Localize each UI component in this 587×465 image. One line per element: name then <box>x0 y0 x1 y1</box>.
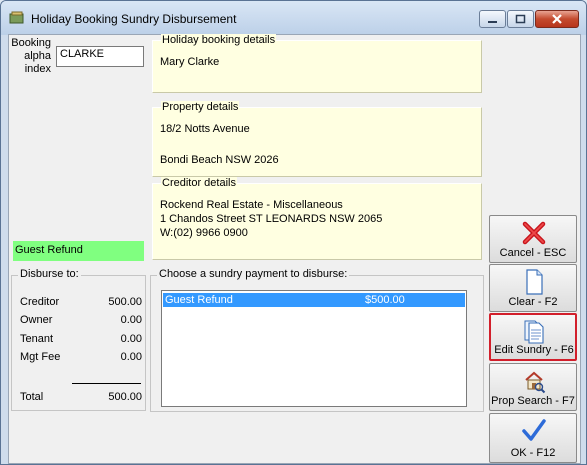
window-title: Holiday Booking Sundry Disbursement <box>31 12 237 26</box>
house-search-icon <box>525 371 546 394</box>
disburse-row-mgt-fee: Mgt Fee 0.00 <box>20 351 142 365</box>
total-divider <box>72 383 141 384</box>
checkmark-icon <box>522 419 546 441</box>
app-window: Holiday Booking Sundry Disbursement Book… <box>0 0 587 465</box>
maximize-button[interactable] <box>507 10 534 28</box>
disburse-label: Mgt Fee <box>20 351 61 363</box>
edit-sundry-button-label: Edit Sundry - F6 <box>494 344 574 356</box>
disburse-to-legend: Disburse to: <box>18 268 81 280</box>
disburse-label: Tenant <box>20 333 54 345</box>
ok-button-label: OK - F12 <box>510 447 556 459</box>
disburse-row-creditor: Creditor 500.00 <box>20 296 142 310</box>
disburse-value: 0.00 <box>120 351 142 363</box>
label-line: Booking <box>11 37 51 49</box>
total-label: Total <box>20 391 44 403</box>
property-address-line: 18/2 Notts Avenue <box>160 123 250 135</box>
creditor-name: Rockend Real Estate - Miscellaneous <box>160 199 343 211</box>
dialog-body: Booking alpha index CLARKE Holiday booki… <box>8 34 581 464</box>
disburse-to-group: Disburse to: Creditor 500.00 Owner 0.00 … <box>11 268 146 411</box>
cancel-button[interactable]: Cancel - ESC <box>489 215 577 263</box>
pages-icon <box>524 320 544 344</box>
app-icon <box>9 11 24 24</box>
clear-button-label: Clear - F2 <box>508 296 558 308</box>
property-details-legend: Property details <box>161 101 240 113</box>
list-item[interactable]: Guest Refund $500.00 <box>163 293 465 307</box>
holiday-booking-details-panel: Holiday booking details Mary Clarke <box>152 34 482 93</box>
creditor-details-panel: Creditor details Rockend Real Estate - M… <box>152 177 482 260</box>
disburse-row-tenant: Tenant 0.00 <box>20 333 142 347</box>
disburse-value: 500.00 <box>108 296 142 308</box>
creditor-phone: W:(02) 9966 0900 <box>160 227 248 239</box>
booking-alpha-index-label: Booking alpha index <box>11 37 51 76</box>
prop-search-button-label: Prop Search - F7 <box>491 395 575 407</box>
sundry-payment-list[interactable]: Guest Refund $500.00 <box>161 290 467 407</box>
disburse-label: Creditor <box>20 296 60 308</box>
title-bar[interactable]: Holiday Booking Sundry Disbursement <box>1 1 586 35</box>
sundry-description: Guest Refund <box>165 294 233 306</box>
guest-name: Mary Clarke <box>160 56 220 68</box>
creditor-address: 1 Chandos Street ST LEONARDS NSW 2065 <box>160 213 383 225</box>
property-details-panel: Property details 18/2 Notts Avenue Bondi… <box>152 101 482 177</box>
disburse-label: Owner <box>20 314 53 326</box>
holiday-booking-details-legend: Holiday booking details <box>161 34 277 46</box>
clear-button[interactable]: Clear - F2 <box>489 264 577 312</box>
sundry-type-status: Guest Refund <box>13 241 144 261</box>
sundry-amount: $500.00 <box>365 294 405 306</box>
total-value: 500.00 <box>108 391 142 403</box>
disburse-row-owner: Owner 0.00 <box>20 314 142 328</box>
maximize-icon <box>515 14 526 24</box>
property-suburb-line: Bondi Beach NSW 2026 <box>160 154 279 166</box>
sundry-payment-group: Choose a sundry payment to disburse: Gue… <box>150 268 484 412</box>
minimize-button[interactable] <box>479 10 506 28</box>
ok-button[interactable]: OK - F12 <box>489 413 577 463</box>
disburse-value: 0.00 <box>120 333 142 345</box>
cancel-button-label: Cancel - ESC <box>499 247 567 259</box>
label-line: index <box>24 63 51 75</box>
creditor-details-legend: Creditor details <box>161 177 237 189</box>
close-button[interactable] <box>535 10 579 28</box>
booking-alpha-index-input[interactable]: CLARKE <box>56 46 144 67</box>
close-icon <box>552 14 562 24</box>
red-x-icon <box>522 221 546 245</box>
disburse-row-total: Total 500.00 <box>20 391 142 405</box>
prop-search-button[interactable]: Prop Search - F7 <box>489 363 577 411</box>
edit-sundry-button[interactable]: Edit Sundry - F6 <box>489 313 577 361</box>
sundry-payment-legend: Choose a sundry payment to disburse: <box>157 268 350 280</box>
label-line: alpha <box>24 50 51 62</box>
blank-page-icon <box>526 269 543 295</box>
disburse-value: 0.00 <box>120 314 142 326</box>
minimize-icon <box>488 21 497 23</box>
